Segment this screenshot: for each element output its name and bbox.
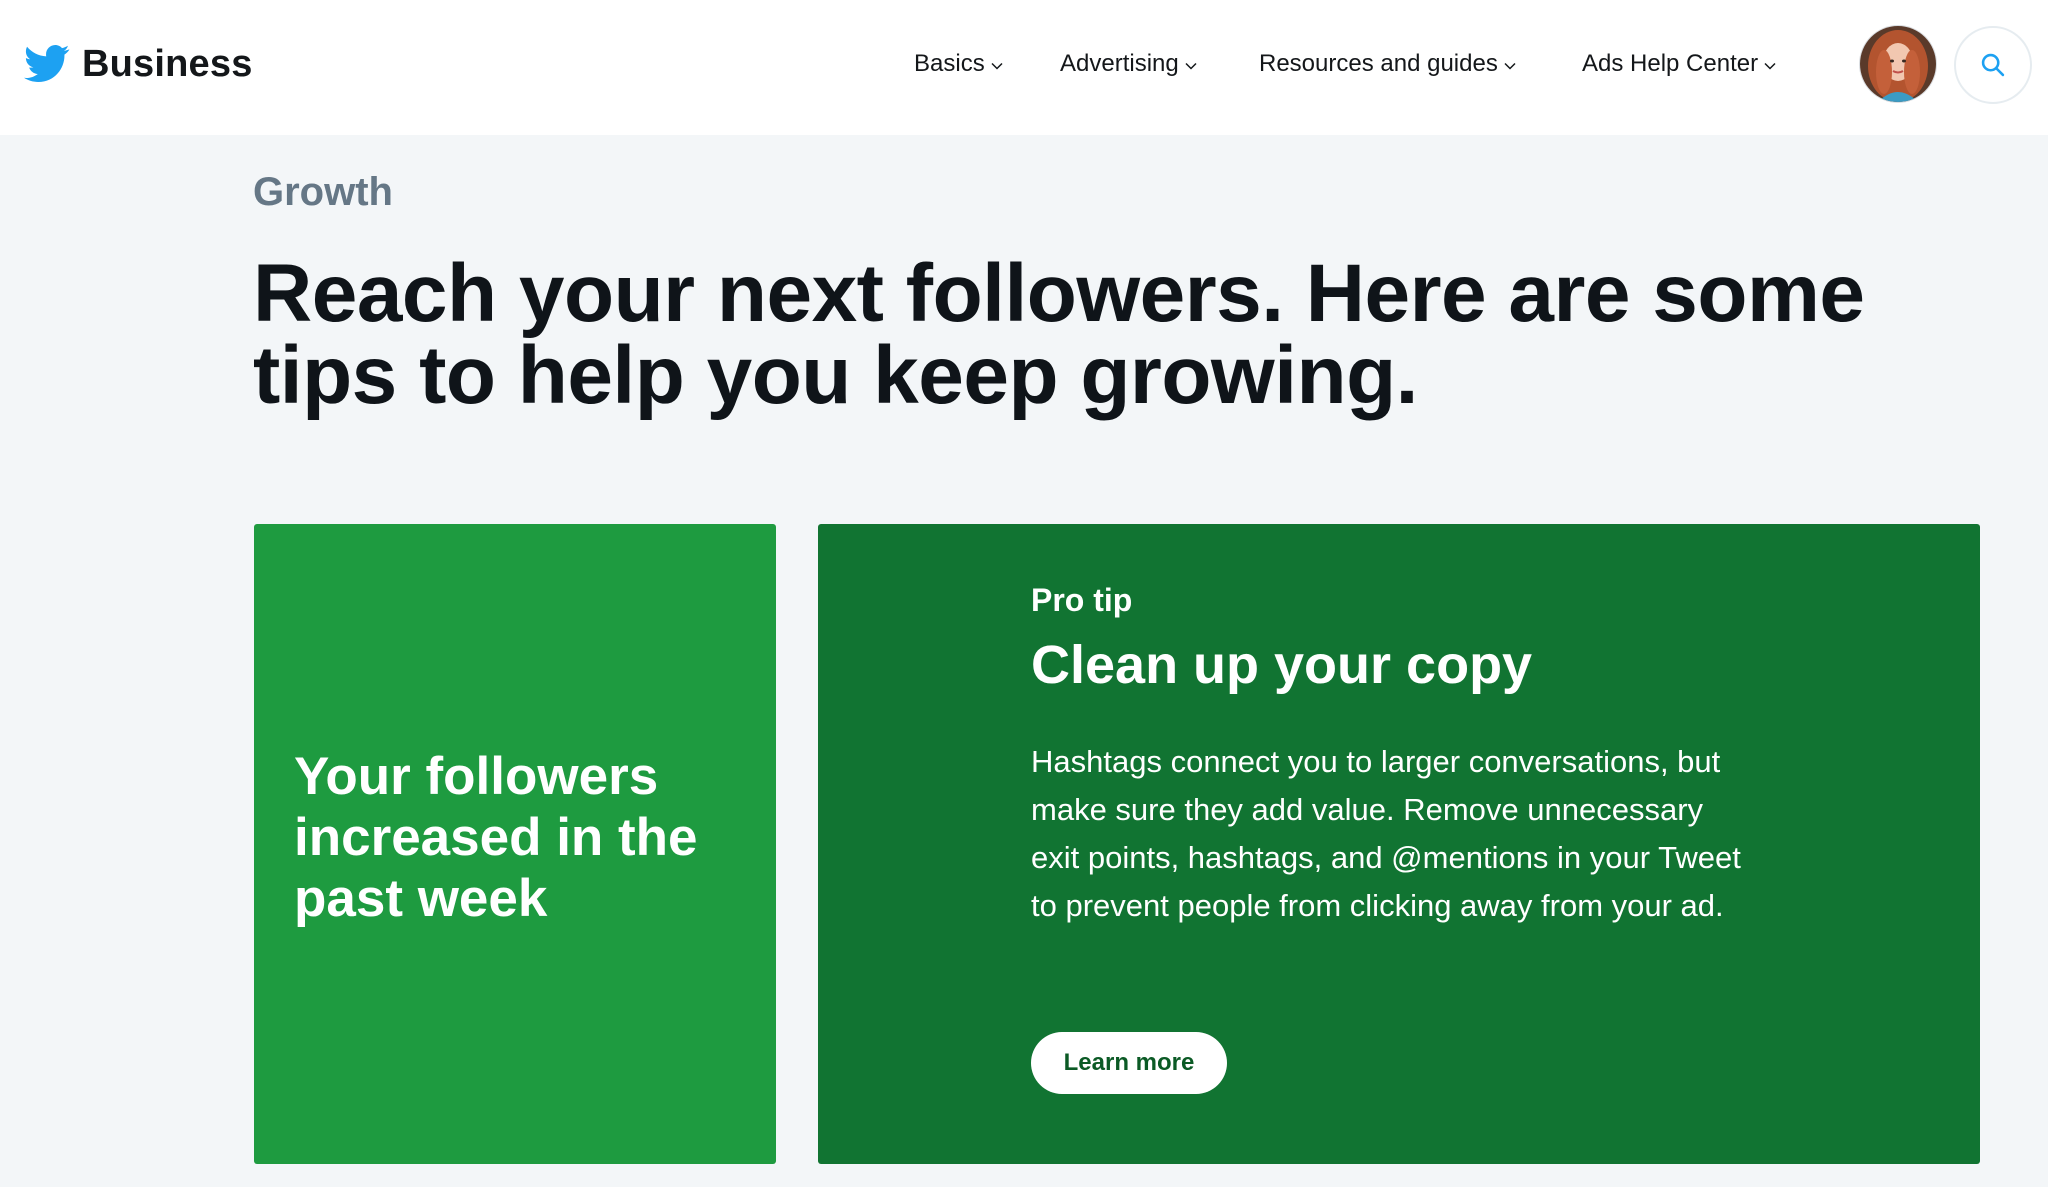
main-nav: Basics Advertising Resources and guides … <box>0 44 2048 84</box>
search-button[interactable] <box>1954 26 2032 104</box>
chevron-down-icon <box>991 62 1003 70</box>
followers-stat-card: Your followers increased in the past wee… <box>254 524 776 1164</box>
nav-basics[interactable]: Basics <box>914 44 1003 84</box>
page-headline: Reach your next followers. Here are some… <box>253 248 1865 421</box>
nav-resources-and-guides[interactable]: Resources and guides <box>1259 44 1516 84</box>
pro-tip-title: Clean up your copy <box>1031 635 1533 695</box>
nav-advertising-label: Advertising <box>1060 50 1179 77</box>
site-header: Business Basics Advertising Resources an… <box>0 0 2048 135</box>
nav-ads-help-label: Ads Help Center <box>1582 50 1759 77</box>
chevron-down-icon <box>1504 62 1516 70</box>
followers-stat-text: Your followers increased in the past wee… <box>294 747 698 928</box>
learn-more-button[interactable]: Learn more <box>1031 1032 1227 1094</box>
pro-tip-body: Hashtags connect you to larger conversat… <box>1031 744 1741 923</box>
nav-resources-label: Resources and guides <box>1259 50 1498 77</box>
nav-basics-label: Basics <box>914 50 985 77</box>
section-eyebrow: Growth <box>253 170 393 214</box>
pro-tip-card: Pro tip Clean up your copy Hashtags conn… <box>818 524 1980 1164</box>
search-icon <box>1981 53 2005 77</box>
pro-tip-label: Pro tip <box>1031 582 1133 618</box>
chevron-down-icon <box>1764 62 1776 70</box>
nav-advertising[interactable]: Advertising <box>1060 44 1197 84</box>
chevron-down-icon <box>1185 62 1197 70</box>
nav-ads-help-center[interactable]: Ads Help Center <box>1582 44 1776 84</box>
user-avatar[interactable] <box>1860 26 1936 102</box>
avatar-image <box>1860 26 1936 102</box>
